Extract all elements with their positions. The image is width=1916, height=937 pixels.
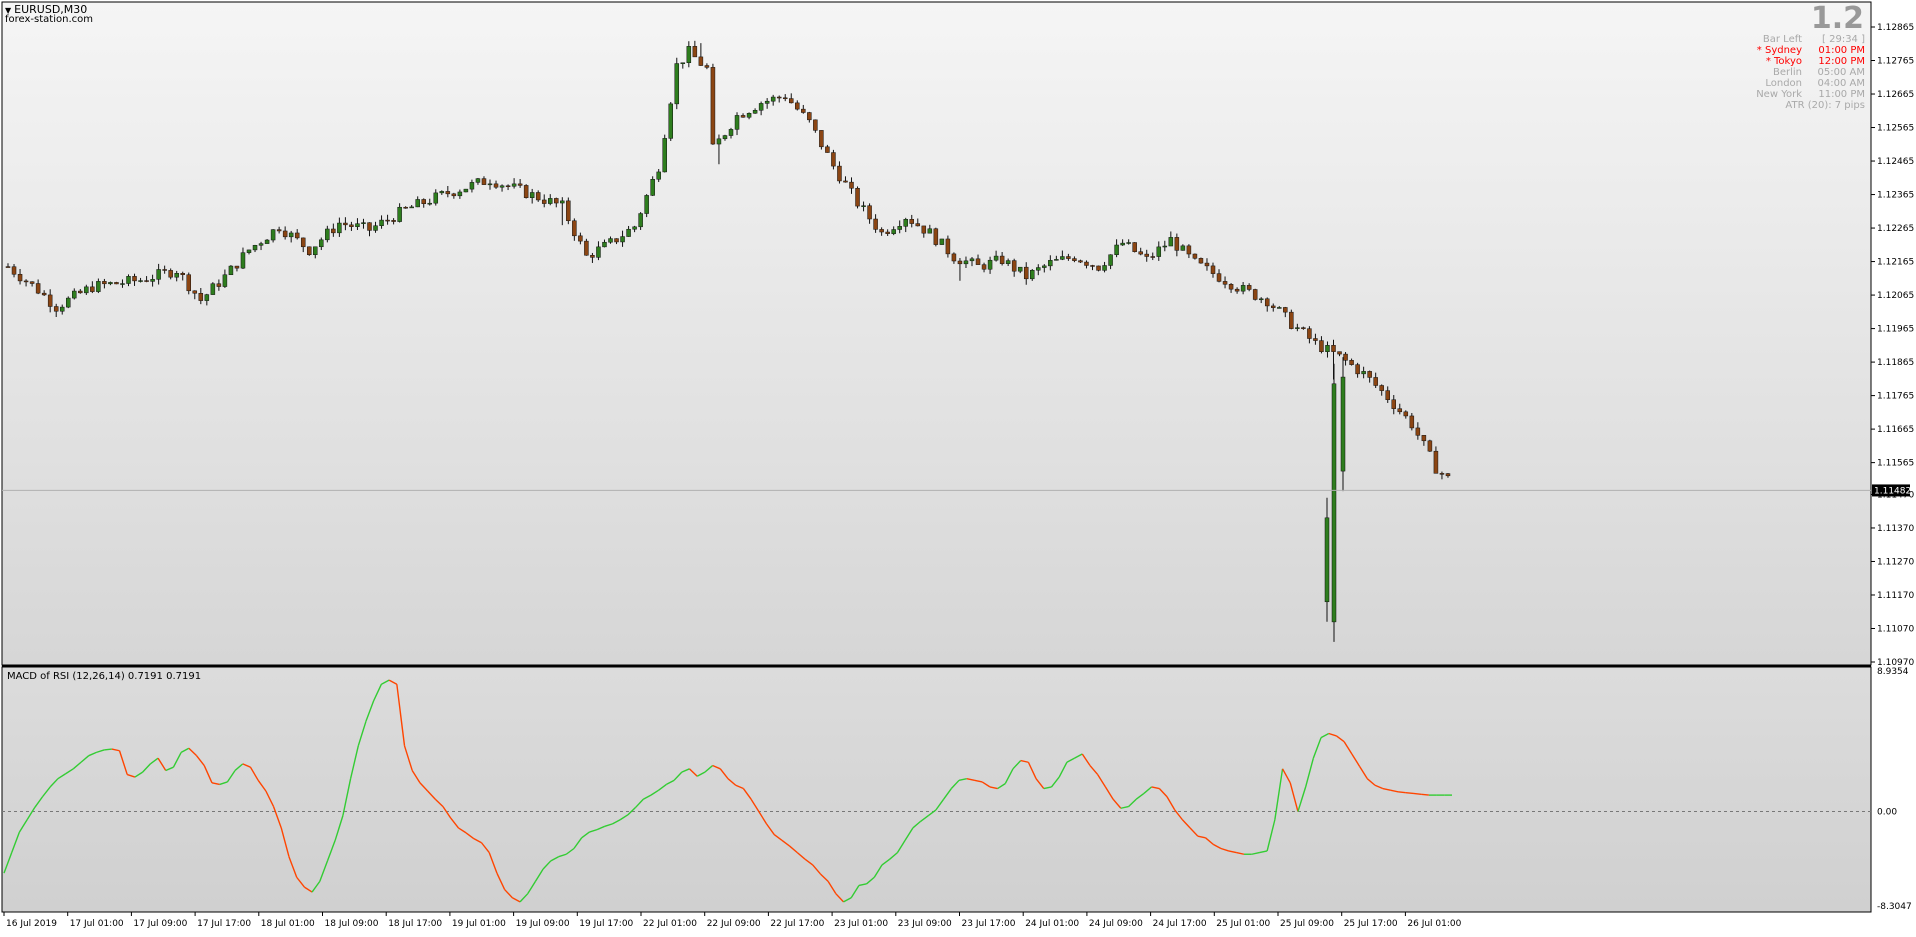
time-tick-label: 16 Jul 2019 bbox=[6, 919, 57, 929]
price-tick-label: 1.11665 bbox=[1877, 425, 1914, 435]
candle bbox=[1198, 257, 1204, 264]
candle bbox=[710, 63, 716, 145]
time-tick-label: 24 Jul 09:00 bbox=[1089, 919, 1143, 929]
candle bbox=[584, 238, 589, 256]
candle bbox=[855, 186, 860, 209]
time-tick-label: 25 Jul 09:00 bbox=[1280, 919, 1334, 929]
candle bbox=[1331, 363, 1337, 642]
candle bbox=[114, 281, 119, 285]
time-tick-label: 17 Jul 01:00 bbox=[70, 919, 124, 929]
price-tick-label: 1.11765 bbox=[1877, 392, 1914, 402]
candle bbox=[1340, 357, 1346, 492]
time-tick-label: 26 Jul 01:00 bbox=[1407, 919, 1461, 929]
candle bbox=[644, 194, 649, 218]
info-row-value: 11:00 PM bbox=[1818, 89, 1865, 100]
candle bbox=[819, 130, 824, 150]
indicator-title: MACD of RSI (12,26,14) 0.7191 0.7191 bbox=[7, 671, 202, 682]
macd-segment bbox=[1405, 791, 1414, 795]
info-big-value: 1.2 bbox=[1810, 1, 1864, 36]
macd-segment bbox=[104, 748, 112, 751]
info-row-value: 05:00 AM bbox=[1817, 67, 1865, 78]
time-tick-label: 19 Jul 01:00 bbox=[452, 919, 506, 929]
price-tick-label: 1.11370 bbox=[1877, 524, 1914, 534]
time-tick-label: 19 Jul 17:00 bbox=[579, 919, 633, 929]
time-tick-label: 18 Jul 17:00 bbox=[388, 919, 442, 929]
candle bbox=[66, 296, 71, 309]
price-tick-label: 1.12665 bbox=[1877, 90, 1914, 100]
time-tick-label: 19 Jul 09:00 bbox=[516, 919, 570, 929]
watermark-site: forex-station.com bbox=[5, 14, 93, 25]
candle bbox=[1427, 439, 1433, 452]
info-row-label: London bbox=[1765, 78, 1802, 89]
price-tick-label: 1.12765 bbox=[1877, 57, 1914, 67]
info-row-value: 01:00 PM bbox=[1818, 45, 1865, 56]
indicator-panel-bg bbox=[1, 666, 1872, 913]
candle bbox=[463, 188, 469, 193]
time-tick-label: 23 Jul 01:00 bbox=[834, 919, 888, 929]
chart-canvas[interactable]: 1.12865 1.12765 1.12665 1.12565 1.12465 1.123… bbox=[0, 0, 1916, 933]
info-row-label: Berlin bbox=[1772, 67, 1802, 78]
candle bbox=[307, 246, 312, 256]
info-row-value: [ 29:34 ] bbox=[1822, 34, 1865, 45]
macd-tick-label: 0.00 bbox=[1877, 808, 1897, 818]
price-tick-label: 1.11965 bbox=[1877, 325, 1914, 335]
candle bbox=[668, 102, 673, 141]
price-tick-label: 1.12365 bbox=[1877, 191, 1914, 201]
candle bbox=[523, 184, 529, 199]
candle bbox=[662, 134, 667, 173]
time-tick-label: 22 Jul 01:00 bbox=[643, 919, 697, 929]
time-tick-label: 24 Jul 01:00 bbox=[1025, 919, 1079, 929]
time-tick-label: 18 Jul 09:00 bbox=[325, 919, 379, 929]
price-tick-label: 1.11865 bbox=[1877, 358, 1914, 368]
candle bbox=[1252, 288, 1258, 301]
macd-segment bbox=[1398, 791, 1406, 794]
info-row-label: New York bbox=[1756, 89, 1802, 100]
price-tick-label: 1.11170 bbox=[1877, 591, 1914, 601]
price-tick-label: 1.12565 bbox=[1877, 124, 1914, 134]
candle bbox=[674, 57, 680, 110]
info-row-label: * Tokyo bbox=[1765, 56, 1802, 67]
time-tick-label: 18 Jul 01:00 bbox=[261, 919, 315, 929]
price-tick-label: 1.12865 bbox=[1877, 23, 1914, 33]
current-price-label: 1.11482 bbox=[1874, 486, 1911, 496]
candle bbox=[650, 176, 655, 196]
atr-readout: ATR (20): 7 pips bbox=[1785, 100, 1865, 111]
price-tick-label: 1.12465 bbox=[1877, 157, 1914, 167]
info-row-label: Bar Left bbox=[1762, 34, 1802, 45]
time-tick-label: 25 Jul 17:00 bbox=[1344, 919, 1398, 929]
macd-segment bbox=[1421, 793, 1429, 796]
price-tick-label: 1.12165 bbox=[1877, 258, 1914, 268]
time-tick-label: 23 Jul 09:00 bbox=[898, 919, 952, 929]
candle bbox=[210, 282, 216, 295]
candle bbox=[939, 238, 945, 245]
time-tick-label: 22 Jul 09:00 bbox=[707, 919, 761, 929]
candle bbox=[933, 227, 939, 247]
time-tick-label: 25 Jul 01:00 bbox=[1216, 919, 1270, 929]
price-panel-bg bbox=[1, 1, 1872, 666]
macd-tick-label: 8.9354 bbox=[1877, 667, 1909, 677]
info-row-value: 12:00 PM bbox=[1818, 56, 1865, 67]
candle bbox=[228, 265, 234, 276]
price-tick-label: 1.11270 bbox=[1877, 557, 1914, 567]
time-tick-label: 17 Jul 09:00 bbox=[133, 919, 187, 929]
candle bbox=[1289, 309, 1294, 330]
price-tick-label: 1.11070 bbox=[1877, 624, 1914, 634]
macd-segment bbox=[1413, 792, 1422, 795]
chart-window: 1.12865 1.12765 1.12665 1.12565 1.12465 1.123… bbox=[0, 0, 1916, 933]
candle bbox=[1096, 265, 1101, 272]
price-tick-label: 1.11565 bbox=[1877, 459, 1914, 469]
candle bbox=[566, 197, 571, 225]
price-tick-label: 1.12065 bbox=[1877, 291, 1914, 301]
time-tick-label: 24 Jul 17:00 bbox=[1153, 919, 1207, 929]
time-tick-label: 17 Jul 17:00 bbox=[197, 919, 251, 929]
macd-tick-label: -8.3047 bbox=[1877, 902, 1912, 912]
time-tick-label: 22 Jul 17:00 bbox=[770, 919, 824, 929]
time-tick-label: 23 Jul 17:00 bbox=[962, 919, 1016, 929]
info-row-label: * Sydney bbox=[1756, 45, 1802, 56]
price-tick-label: 1.12265 bbox=[1877, 224, 1914, 234]
candle bbox=[1132, 242, 1137, 253]
info-row-value: 04:00 AM bbox=[1817, 78, 1865, 89]
